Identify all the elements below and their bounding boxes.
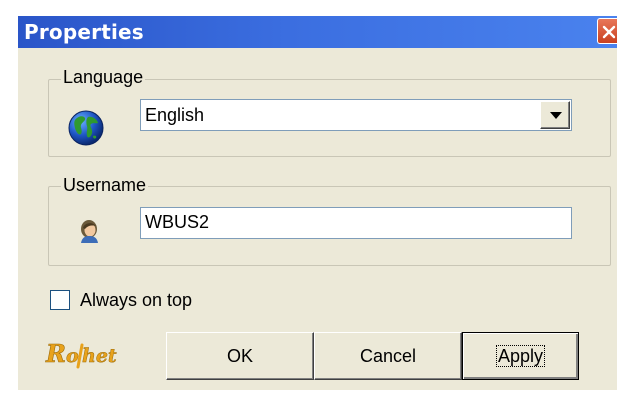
svg-text:o: o xyxy=(66,345,79,367)
always-on-top-checkbox[interactable] xyxy=(50,290,70,310)
username-group-label: Username xyxy=(61,175,149,195)
cancel-button[interactable]: Cancel xyxy=(314,332,462,380)
username-field[interactable]: WBUS2 xyxy=(140,207,572,239)
properties-dialog: Properties Language English Username WBU… xyxy=(0,0,617,403)
ok-button[interactable]: OK xyxy=(166,332,314,380)
language-dropdown-button[interactable] xyxy=(540,101,570,129)
apply-button[interactable]: Apply xyxy=(462,332,579,380)
window-title: Properties xyxy=(24,20,144,44)
user-icon xyxy=(81,220,98,243)
globe-icon xyxy=(68,110,104,146)
dropdown-arrow-icon xyxy=(550,112,562,119)
close-icon xyxy=(602,25,616,39)
svg-text:het: het xyxy=(82,345,117,367)
bottom-margin xyxy=(0,390,617,403)
svg-text:R: R xyxy=(45,339,66,368)
rohet-logo: R o het xyxy=(45,339,117,369)
apply-button-label: Apply xyxy=(495,345,546,367)
language-select-value: English xyxy=(145,105,205,125)
username-field-value: WBUS2 xyxy=(145,212,210,232)
language-group-label: Language xyxy=(61,67,146,87)
language-select[interactable]: English xyxy=(140,99,572,131)
close-button[interactable] xyxy=(597,18,617,44)
always-on-top-label[interactable]: Always on top xyxy=(80,289,192,311)
